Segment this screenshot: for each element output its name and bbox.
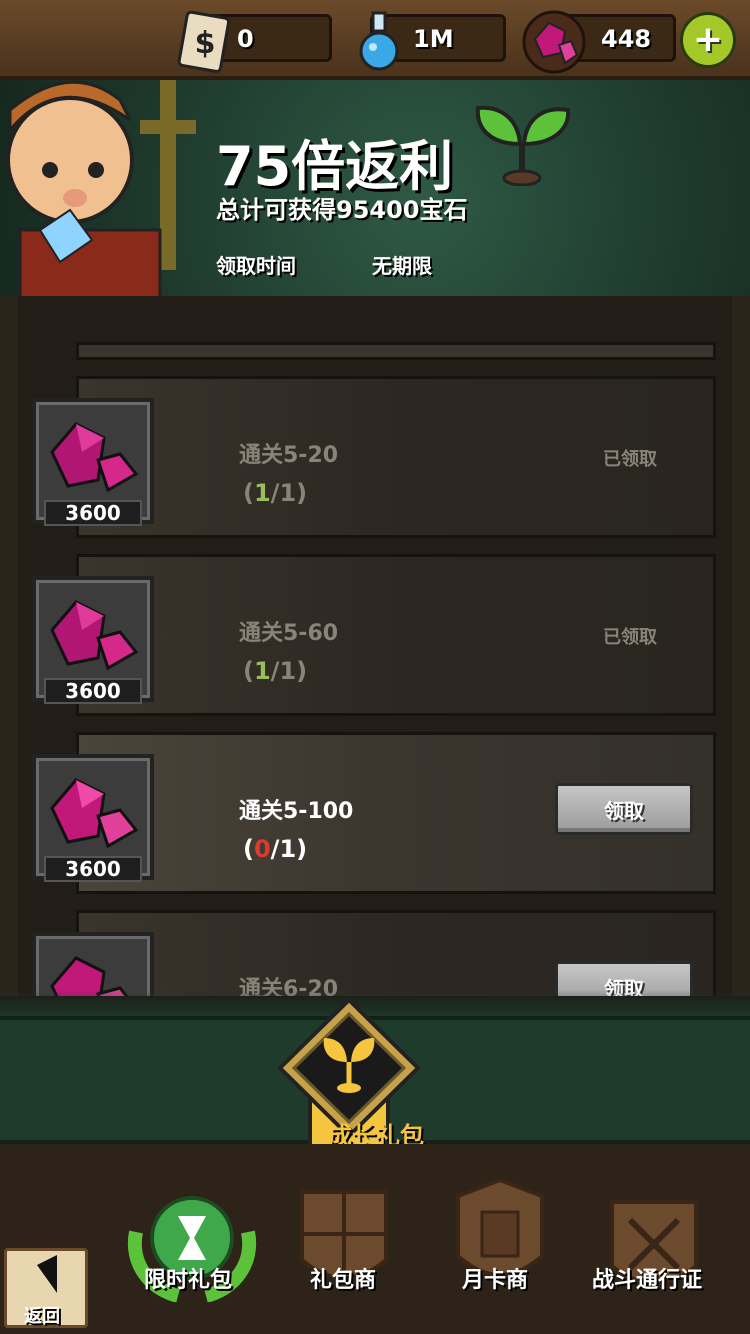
reward-amount: 3600 xyxy=(44,678,142,704)
list-top-divider xyxy=(76,342,716,360)
row-title: 通关5-20 xyxy=(239,443,339,468)
offer-subtitle: 总计可获得95400宝石 xyxy=(216,196,468,224)
pink-gem-icon xyxy=(50,600,139,671)
claim-button[interactable]: 领取 xyxy=(555,783,693,835)
pink-gem-icon xyxy=(50,422,139,493)
add-gems-button[interactable]: + xyxy=(680,12,736,68)
tab-battle-pass[interactable]: 战斗通行证 xyxy=(592,1262,702,1294)
king-character-illustration xyxy=(6,80,196,300)
reward-row: 通关6-20 领取 xyxy=(76,910,716,996)
gem-currency: 448 xyxy=(522,10,676,74)
reward-row: 通关5-60 (1/1) 已领取 xyxy=(76,554,716,716)
reward-amount: 3600 xyxy=(44,856,142,882)
reward-gem-box xyxy=(32,932,154,996)
pink-gem-icon xyxy=(50,778,139,849)
tab-monthly-card[interactable]: 月卡商 xyxy=(462,1262,528,1294)
reward-amount: 3600 xyxy=(44,500,142,526)
reward-row: 通关5-100 (0/1) 领取 xyxy=(76,732,716,894)
tab-limited-pack[interactable]: 限时礼包 xyxy=(144,1262,232,1294)
plus-icon: + xyxy=(692,19,724,60)
row-progress: (1/1) xyxy=(243,479,308,507)
reward-gem-box: 3600 xyxy=(32,576,154,704)
sprout-icon xyxy=(475,105,571,186)
back-label: 返回 xyxy=(24,1306,60,1327)
row-progress: (0/1) xyxy=(243,835,308,863)
reward-row: 通关5-20 (1/1) 已领取 xyxy=(76,376,716,538)
offer-header: 75倍返利 总计可获得95400宝石 领取时间 无期限 xyxy=(0,80,750,300)
gem-value: 448 xyxy=(601,25,652,53)
claim-time-label: 领取时间 xyxy=(216,254,296,278)
reward-gem-box: 3600 xyxy=(32,754,154,882)
claim-time-value: 无期限 xyxy=(372,254,432,278)
potion-flask-icon xyxy=(359,11,399,71)
ticket-value: 0 xyxy=(237,25,254,53)
claimed-status: 已领取 xyxy=(603,627,657,648)
potion-value: 1M xyxy=(413,25,454,53)
row-title: 通关5-100 xyxy=(239,799,354,824)
potion-currency: 1M xyxy=(359,11,506,71)
pink-gem-icon xyxy=(522,10,586,74)
claimed-status: 已领取 xyxy=(603,449,657,470)
row-title: 通关5-60 xyxy=(239,621,339,646)
tab-gift-shop[interactable]: 礼包商 xyxy=(310,1262,376,1294)
reward-list[interactable]: 通关5-20 (1/1) 已领取 3600 通关5-60 (1/1) 已领取 3… xyxy=(0,296,750,996)
reward-gem-box: 3600 xyxy=(32,398,154,526)
row-progress: (1/1) xyxy=(243,657,308,685)
back-arrow-icon xyxy=(37,1255,57,1293)
